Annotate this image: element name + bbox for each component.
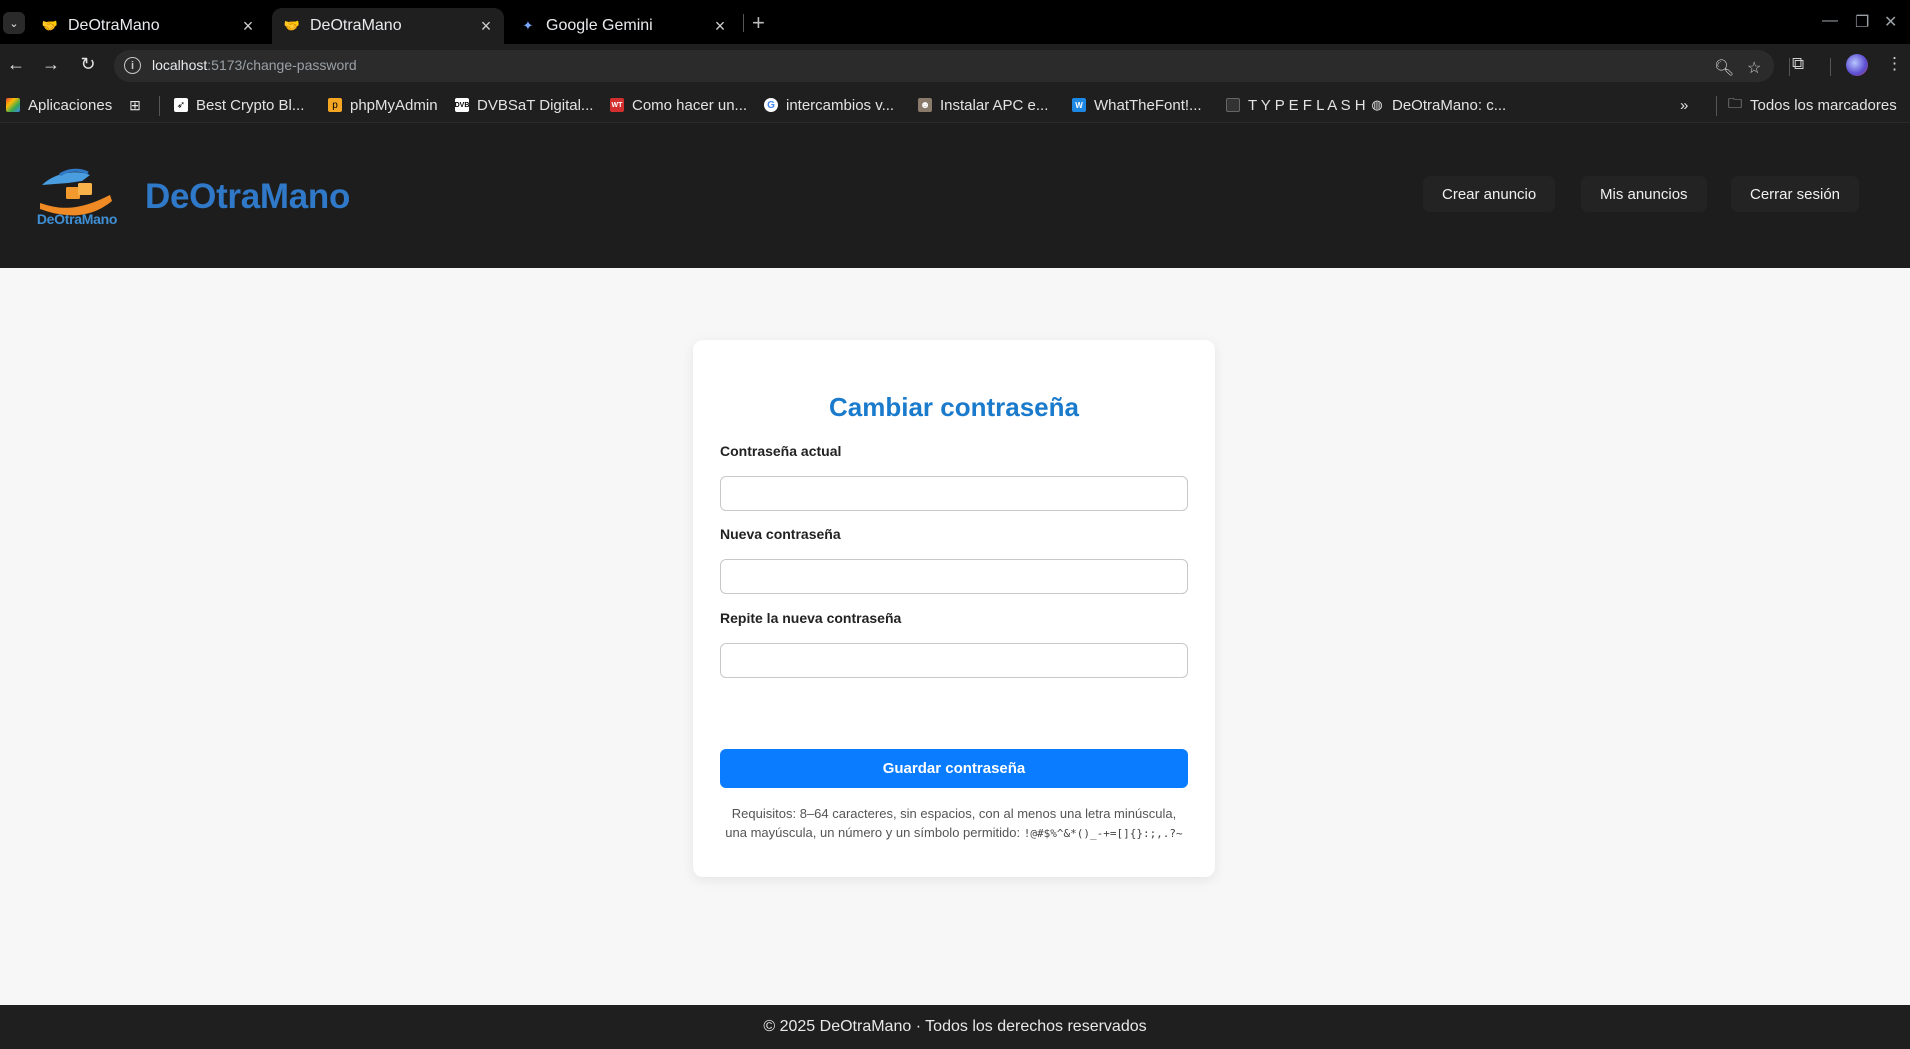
bookmark-instalar-apc[interactable]: ☻ Instalar APC e... — [918, 95, 1048, 115]
site-info-icon[interactable]: i — [124, 57, 141, 74]
bookmark-divider — [159, 96, 160, 116]
apps-grid-icon — [6, 98, 20, 112]
bookmark-divider — [1716, 96, 1717, 116]
bookmarks-bar: Aplicaciones ⊞ ➶ Best Crypto Bl... p php… — [0, 88, 1910, 123]
bookmark-deotramano[interactable]: ◍ DeOtraMano: c... — [1370, 95, 1506, 115]
page-title: Cambiar contraseña — [829, 392, 1079, 422]
more-menu-icon[interactable]: ⋮ — [1886, 54, 1903, 74]
browser-tab-strip: ⌄ 🤝 DeOtraMano × 🤝 DeOtraMano × ✦ Google… — [0, 0, 1910, 44]
browser-toolbar: ← → ↻ i localhost:5173/change-password 🔍… — [0, 44, 1910, 88]
new-password-label: Nueva contraseña — [720, 526, 841, 542]
bookmark-grid[interactable]: ⊞ — [128, 95, 150, 115]
save-password-button[interactable]: Guardar contraseña — [720, 749, 1188, 788]
bookmark-label: Instalar APC e... — [940, 96, 1049, 114]
bookmark-label: T Y P E F L A S H — [1248, 96, 1366, 114]
brand-title[interactable]: DeOtraMano — [145, 177, 350, 217]
bookmark-label: phpMyAdmin — [350, 96, 438, 114]
url-path: :5173/change-password — [207, 57, 357, 73]
bookmark-star-icon[interactable]: ☆ — [1747, 58, 1761, 78]
new-password-input[interactable] — [720, 559, 1188, 594]
bookmark-label: WhatTheFont!... — [1094, 96, 1202, 114]
deotramano-favicon-icon: 🤝 — [41, 18, 59, 33]
bookmark-dvbsat[interactable]: DVB DVBSaT Digital... — [455, 95, 594, 115]
bookmark-apps[interactable]: Aplicaciones — [6, 95, 112, 115]
close-tab-icon[interactable]: × — [238, 16, 258, 37]
url-host: localhost — [152, 57, 208, 73]
new-tab-icon[interactable]: + — [752, 10, 765, 36]
tab-title: DeOtraMano — [310, 17, 402, 34]
back-arrow-icon[interactable]: ← — [3, 54, 29, 75]
minimize-icon[interactable]: — — [1822, 12, 1838, 30]
site-header: DeOtraMano DeOtraMano Crear anuncio Mis … — [0, 123, 1910, 268]
password-requirements: Requisitos: 8–64 caracteres, sin espacio… — [720, 804, 1188, 843]
browser-tab-1[interactable]: 🤝 DeOtraMano × — [30, 8, 266, 44]
bookmark-label: DeOtraMano: c... — [1392, 96, 1507, 114]
tab-search-button[interactable]: ⌄ — [3, 12, 25, 34]
typeflash-icon — [1226, 98, 1240, 112]
browser-tab-2[interactable]: 🤝 DeOtraMano × — [272, 8, 504, 44]
grid-icon: ⊞ — [129, 96, 141, 113]
forward-arrow-icon[interactable]: → — [38, 54, 64, 75]
profile-avatar-icon[interactable] — [1846, 54, 1868, 76]
bookmark-intercambios[interactable]: G intercambios v... — [764, 95, 894, 115]
bookmark-whatthefont[interactable]: W WhatTheFont!... — [1072, 95, 1202, 115]
logout-button[interactable]: Cerrar sesión — [1731, 176, 1860, 212]
bookmark-phpmyadmin[interactable]: p phpMyAdmin — [328, 95, 438, 115]
bookmark-best-crypto[interactable]: ➶ Best Crypto Bl... — [174, 95, 304, 115]
zoom-icon[interactable]: 🔍︎ — [1714, 58, 1734, 78]
screenshot-icon[interactable]: ⧉ — [1792, 54, 1804, 74]
more-bookmarks-icon[interactable]: » — [1680, 95, 1688, 115]
bookmark-label: intercambios v... — [786, 96, 895, 114]
tab-title: DeOtraMano — [68, 17, 160, 34]
create-listing-button[interactable]: Crear anuncio — [1423, 176, 1556, 212]
repeat-password-label: Repite la nueva contraseña — [720, 610, 902, 626]
toolbar-divider — [1830, 58, 1831, 76]
tab-divider — [743, 14, 744, 32]
current-password-label: Contraseña actual — [720, 443, 842, 459]
current-password-input[interactable] — [720, 476, 1188, 511]
close-tab-icon[interactable]: × — [476, 16, 496, 37]
reload-icon[interactable]: ↻ — [75, 54, 101, 75]
change-password-card: Cambiar contraseña Contraseña actual Nue… — [693, 340, 1215, 877]
all-bookmarks-label: Todos los marcadores — [1750, 96, 1897, 114]
footer-copyright: © 2025 DeOtraMano · Todos los derechos r… — [763, 1018, 1147, 1035]
person-icon: ☻ — [918, 98, 932, 112]
logo-text: DeOtraMano — [36, 211, 118, 227]
browser-tab-3[interactable]: ✦ Google Gemini × — [508, 8, 738, 44]
rocket-icon: ➶ — [174, 98, 188, 112]
site-footer: © 2025 DeOtraMano · Todos los derechos r… — [0, 1005, 1910, 1049]
tab-title: Google Gemini — [546, 17, 653, 34]
gemini-sparkle-icon: ✦ — [522, 18, 534, 33]
bookmark-typeflash[interactable]: T Y P E F L A S H — [1226, 95, 1366, 115]
google-icon: G — [764, 98, 778, 112]
address-bar[interactable]: i localhost:5173/change-password 🔍︎ ☆ — [114, 50, 1774, 82]
deotramano-favicon-icon: 🤝 — [283, 18, 301, 33]
restore-icon[interactable]: ❐ — [1855, 12, 1869, 32]
globe-icon: ◍ — [1371, 97, 1383, 112]
repeat-password-input[interactable] — [720, 643, 1188, 678]
url-text: localhost:5173/change-password — [152, 57, 357, 73]
bookmark-label: Como hacer un... — [632, 96, 748, 114]
bookmark-label: Aplicaciones — [28, 96, 113, 114]
phpmyadmin-icon: p — [328, 98, 342, 112]
bookmark-como-hacer[interactable]: WT Como hacer un... — [610, 95, 747, 115]
bookmark-label: DVBSaT Digital... — [477, 96, 594, 114]
wtf-icon: W — [1072, 98, 1086, 112]
wt-icon: WT — [610, 98, 624, 112]
my-listings-button[interactable]: Mis anuncios — [1581, 176, 1707, 212]
toolbar-divider — [1789, 58, 1790, 76]
all-bookmarks-folder[interactable]: 🗀 Todos los marcadores — [1728, 95, 1897, 115]
close-window-icon[interactable]: ✕ — [1884, 12, 1897, 32]
bookmark-label: Best Crypto Bl... — [196, 96, 305, 114]
folder-icon: 🗀 — [1728, 95, 1742, 111]
close-tab-icon[interactable]: × — [710, 16, 730, 37]
allowed-symbols: !@#$%^&*()_-+=[]{}:;,.?~ — [1023, 827, 1183, 840]
dvb-icon: DVB — [455, 98, 469, 112]
